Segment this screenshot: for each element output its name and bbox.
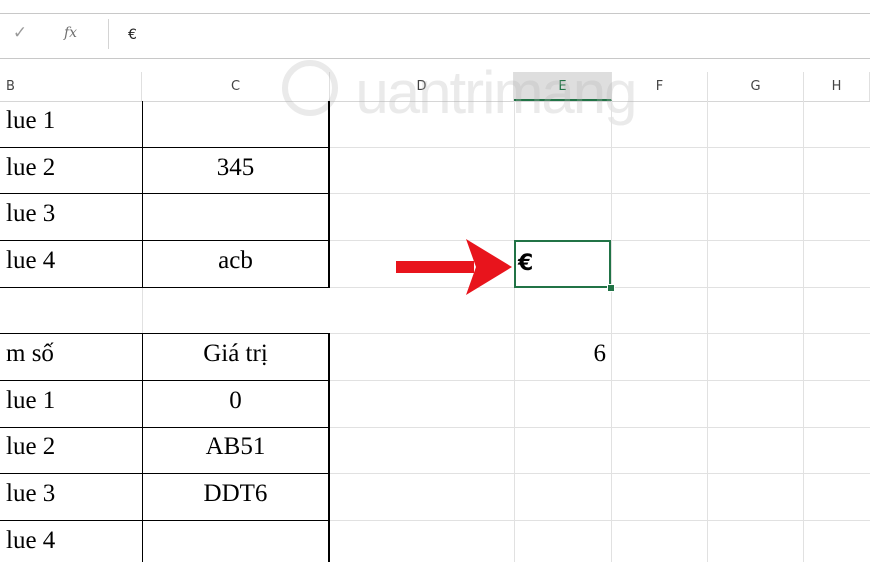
- cell-c8[interactable]: AB51: [143, 433, 328, 461]
- column-header-b[interactable]: B: [0, 72, 142, 101]
- cell-c4[interactable]: acb: [143, 247, 328, 275]
- formula-input[interactable]: €: [114, 14, 870, 56]
- cell-b10[interactable]: lue 4: [6, 527, 55, 555]
- cell-c7[interactable]: 0: [143, 387, 328, 415]
- fill-handle[interactable]: [607, 284, 615, 292]
- cell-b2[interactable]: lue 2: [6, 154, 55, 182]
- cell-b7[interactable]: lue 1: [6, 387, 55, 415]
- cell-b3[interactable]: lue 3: [6, 200, 55, 228]
- cell-c9[interactable]: DDT6: [143, 480, 328, 508]
- cell-c6[interactable]: Giá trị: [143, 340, 328, 368]
- cell-e6[interactable]: 6: [515, 340, 607, 368]
- column-header-g[interactable]: G: [708, 72, 804, 101]
- check-icon[interactable]: ✓: [10, 22, 30, 44]
- insert-function-icon[interactable]: fx: [64, 22, 90, 44]
- cell-b9[interactable]: lue 3: [6, 480, 55, 508]
- selected-cell-value: €: [518, 251, 534, 276]
- column-header-h[interactable]: H: [804, 72, 870, 101]
- worksheet-grid[interactable]: lue 1 lue 2 lue 3 lue 4 m số lue 1 lue 2…: [0, 101, 870, 562]
- formula-divider: [108, 19, 109, 49]
- cell-b6[interactable]: m số: [6, 340, 54, 368]
- cell-c2[interactable]: 345: [143, 154, 328, 182]
- cell-b1[interactable]: lue 1: [6, 107, 55, 135]
- cell-b4[interactable]: lue 4: [6, 247, 55, 275]
- red-arrow-icon: [396, 239, 512, 295]
- cell-b8[interactable]: lue 2: [6, 433, 55, 461]
